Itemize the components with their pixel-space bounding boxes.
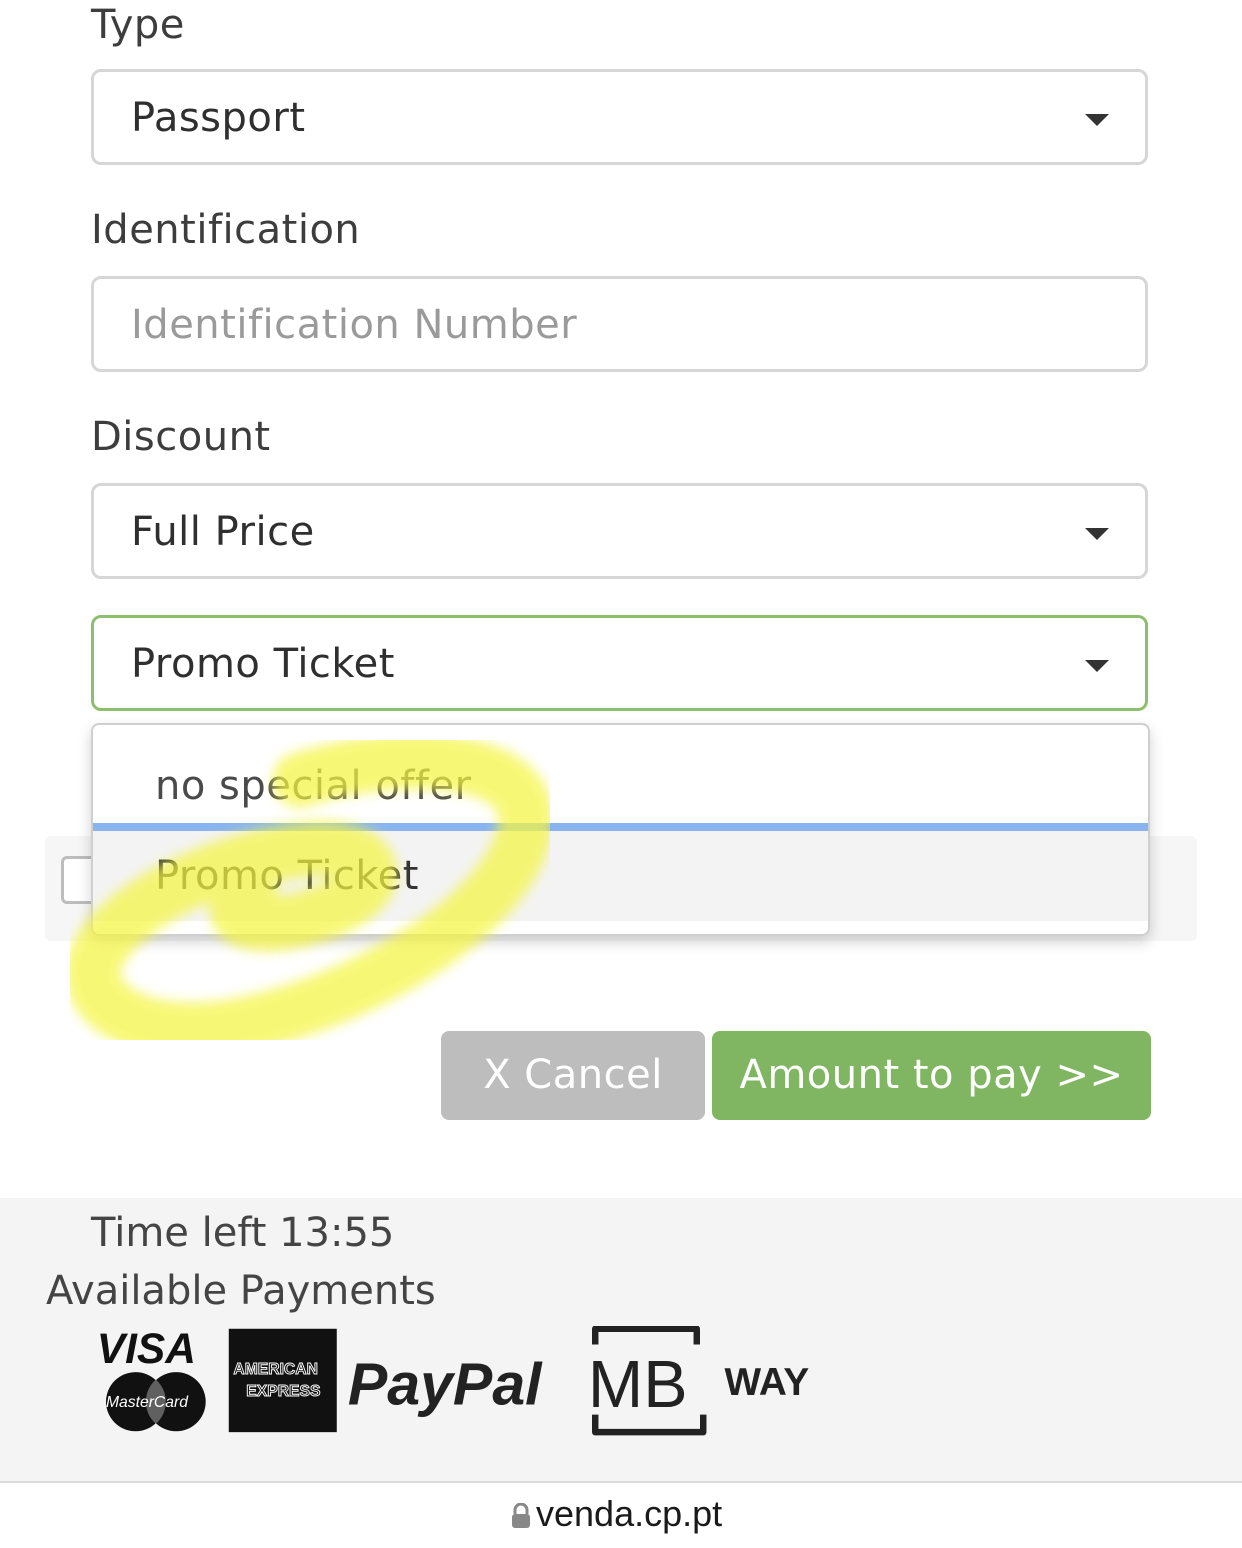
amex-logo: AMERICAN EXPRESS — [228, 1328, 337, 1433]
promo-select-value: Promo Ticket — [131, 641, 395, 687]
identification-placeholder: Identification Number — [131, 302, 578, 348]
discount-label: Discount — [91, 414, 271, 460]
way-logo-text: WAY — [724, 1361, 809, 1404]
dropdown-option-no-special-offer[interactable]: no special offer — [93, 725, 1148, 825]
visa-mastercard-logo: VISA MasterCard — [97, 1326, 206, 1432]
paypal-logo: PayPal — [348, 1351, 543, 1417]
discount-select[interactable]: Full Price — [91, 483, 1148, 579]
visa-logo-text: VISA — [97, 1326, 196, 1372]
cancel-button[interactable]: X Cancel — [441, 1031, 705, 1120]
chevron-down-icon — [1085, 114, 1109, 126]
lock-icon — [512, 1503, 530, 1528]
discount-select-value: Full Price — [131, 509, 315, 555]
chevron-down-icon — [1085, 660, 1109, 672]
type-select[interactable]: Passport — [91, 69, 1148, 165]
browser-url-bar[interactable]: venda.cp.pt — [0, 1483, 1242, 1548]
time-left: Time left 13:55 — [91, 1210, 395, 1256]
chevron-down-icon — [1085, 528, 1109, 540]
payment-logos: VISA MasterCard AMERICAN EXPRESS PayPal … — [97, 1326, 809, 1436]
promo-dropdown-list: no special offer Promo Ticket — [91, 723, 1150, 936]
mb-logo-text: MB — [588, 1348, 688, 1422]
identification-label: Identification — [91, 207, 361, 253]
mb-way-logo: MB WAY — [588, 1326, 809, 1436]
type-label: Type — [91, 2, 185, 48]
dropdown-option-promo-ticket[interactable]: Promo Ticket — [93, 831, 1148, 921]
type-select-value: Passport — [131, 95, 306, 141]
identification-input[interactable]: Identification Number — [91, 276, 1148, 372]
url-text: venda.cp.pt — [536, 1493, 723, 1534]
footer: Time left 13:55 Available Payments VISA … — [0, 1198, 1242, 1483]
amex-line2: EXPRESS — [246, 1383, 320, 1400]
mastercard-logo-text: MasterCard — [106, 1394, 189, 1411]
dropdown-focus-indicator — [93, 823, 1148, 831]
available-payments-label: Available Payments — [46, 1268, 436, 1314]
promo-select[interactable]: Promo Ticket — [91, 615, 1148, 711]
amex-line1: AMERICAN — [233, 1361, 318, 1378]
amount-to-pay-button[interactable]: Amount to pay >> — [712, 1031, 1151, 1120]
